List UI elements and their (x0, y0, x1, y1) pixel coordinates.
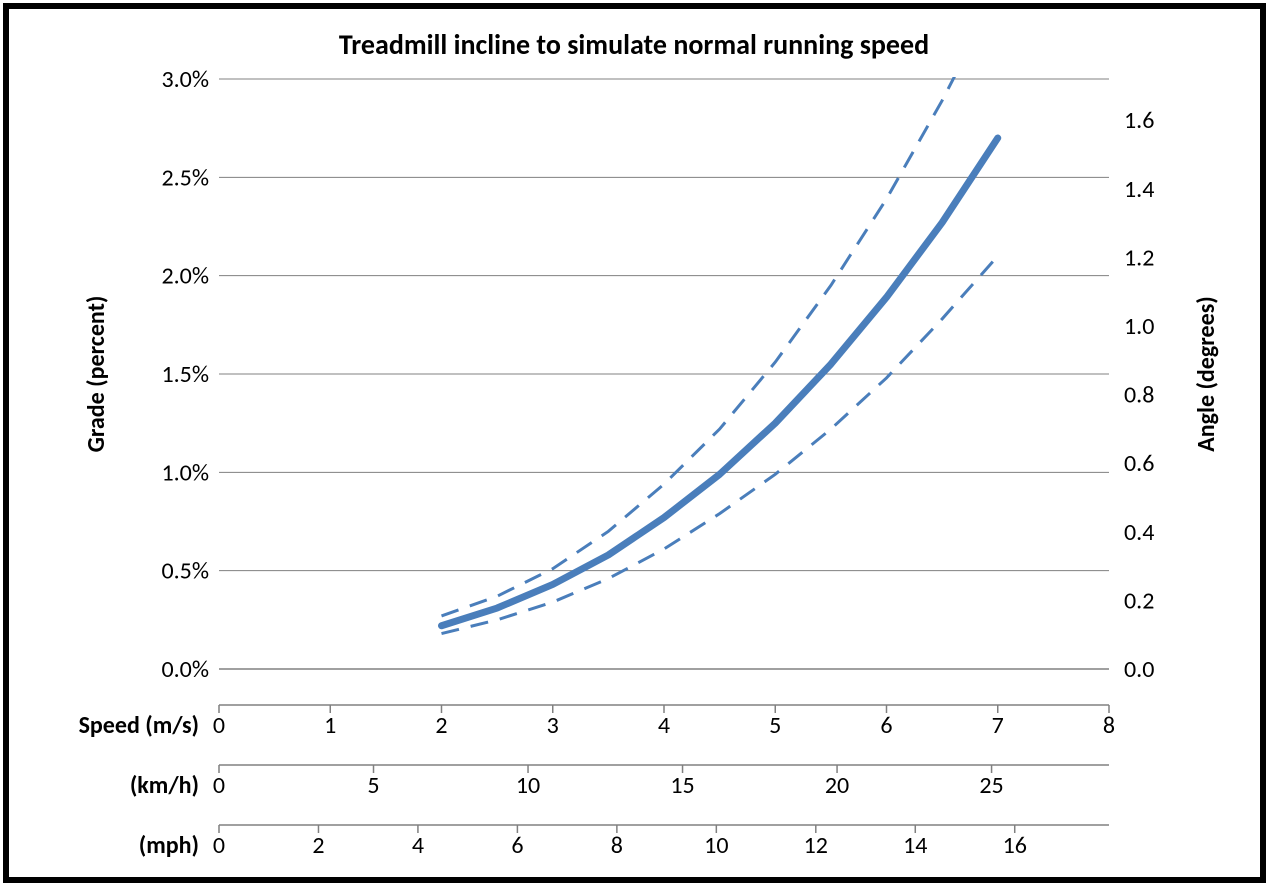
y-left-tick-3: 1.5% (161, 360, 209, 389)
y-right-tick-2: 0.4 (1124, 518, 1154, 547)
x-ms-label: Speed (m/s) (79, 711, 199, 740)
x-kmh-tick-1: 5 (367, 771, 379, 800)
x-ms-tick-1: 1 (324, 711, 336, 740)
chart-title: Treadmill incline to simulate normal run… (339, 27, 929, 62)
y-left-tick-6: 3.0% (161, 65, 209, 94)
x-kmh-tick-4: 20 (825, 771, 849, 800)
y-left-tick-1: 0.5% (161, 557, 209, 586)
y-right-tick-7: 1.4 (1124, 175, 1154, 204)
y-right-tick-0: 0.0 (1124, 655, 1154, 684)
series-upper-band (442, 9, 998, 616)
x-ms-tick-6: 6 (880, 711, 892, 740)
x-mph-tick-8: 16 (1003, 831, 1027, 860)
y-right-label: Angle (degrees) (1192, 296, 1221, 452)
x-ms-tick-3: 3 (547, 711, 559, 740)
y-left-tick-5: 2.5% (161, 163, 209, 192)
y-right-tick-4: 0.8 (1124, 381, 1154, 410)
y-left-label: Grade (percent) (82, 296, 111, 453)
x-mph-tick-1: 2 (312, 831, 324, 860)
x-ms-tick-2: 2 (435, 711, 447, 740)
x-ms-tick-4: 4 (658, 711, 670, 740)
chart-frame: Treadmill incline to simulate normal run… (3, 3, 1266, 883)
x-ms-tick-7: 7 (992, 711, 1004, 740)
y-right-tick-1: 0.2 (1124, 586, 1154, 615)
y-left-tick-0: 0.0% (161, 655, 209, 684)
x-kmh-tick-5: 25 (979, 771, 1003, 800)
x-kmh-label: (km/h) (130, 771, 199, 800)
series-central (442, 138, 998, 626)
right-y-axis: 0.0 0.2 0.4 0.6 0.8 1.0 1.2 1.4 1.6 (1124, 106, 1154, 684)
x-kmh-tick-3: 15 (670, 771, 694, 800)
x-mph-label: (mph) (139, 831, 199, 860)
x-mph-tick-7: 14 (903, 831, 927, 860)
x-mph-tick-0: 0 (213, 831, 225, 860)
x-axis-kmh: 0 5 10 15 20 25 (km/h) (130, 765, 1109, 800)
x-ms-tick-0: 0 (213, 711, 225, 740)
x-axis-mph: 0 2 4 6 8 10 12 14 16 (mph) (139, 825, 1109, 860)
x-ms-tick-8: 8 (1103, 711, 1115, 740)
y-right-tick-5: 1.0 (1124, 312, 1154, 341)
chart-svg: Treadmill incline to simulate normal run… (9, 9, 1260, 877)
x-ms-tick-5: 5 (769, 711, 781, 740)
x-axis-ms: 0 1 2 3 4 5 6 7 8 Speed (m/s) (79, 705, 1116, 740)
x-mph-tick-6: 12 (804, 831, 828, 860)
x-kmh-tick-0: 0 (213, 771, 225, 800)
y-right-tick-8: 1.6 (1124, 106, 1154, 135)
x-mph-tick-4: 8 (611, 831, 623, 860)
x-mph-tick-2: 4 (412, 831, 424, 860)
left-y-axis: 0.0% 0.5% 1.0% 1.5% 2.0% 2.5% 3.0% (161, 65, 1109, 684)
y-right-tick-6: 1.2 (1124, 243, 1154, 272)
y-right-tick-3: 0.6 (1124, 449, 1154, 478)
y-left-tick-2: 1.0% (161, 458, 209, 487)
x-mph-tick-3: 6 (511, 831, 523, 860)
chart-series (442, 9, 998, 634)
x-kmh-tick-2: 10 (516, 771, 540, 800)
series-lower-band (442, 256, 998, 634)
x-mph-tick-5: 10 (704, 831, 728, 860)
y-left-tick-4: 2.0% (161, 262, 209, 291)
